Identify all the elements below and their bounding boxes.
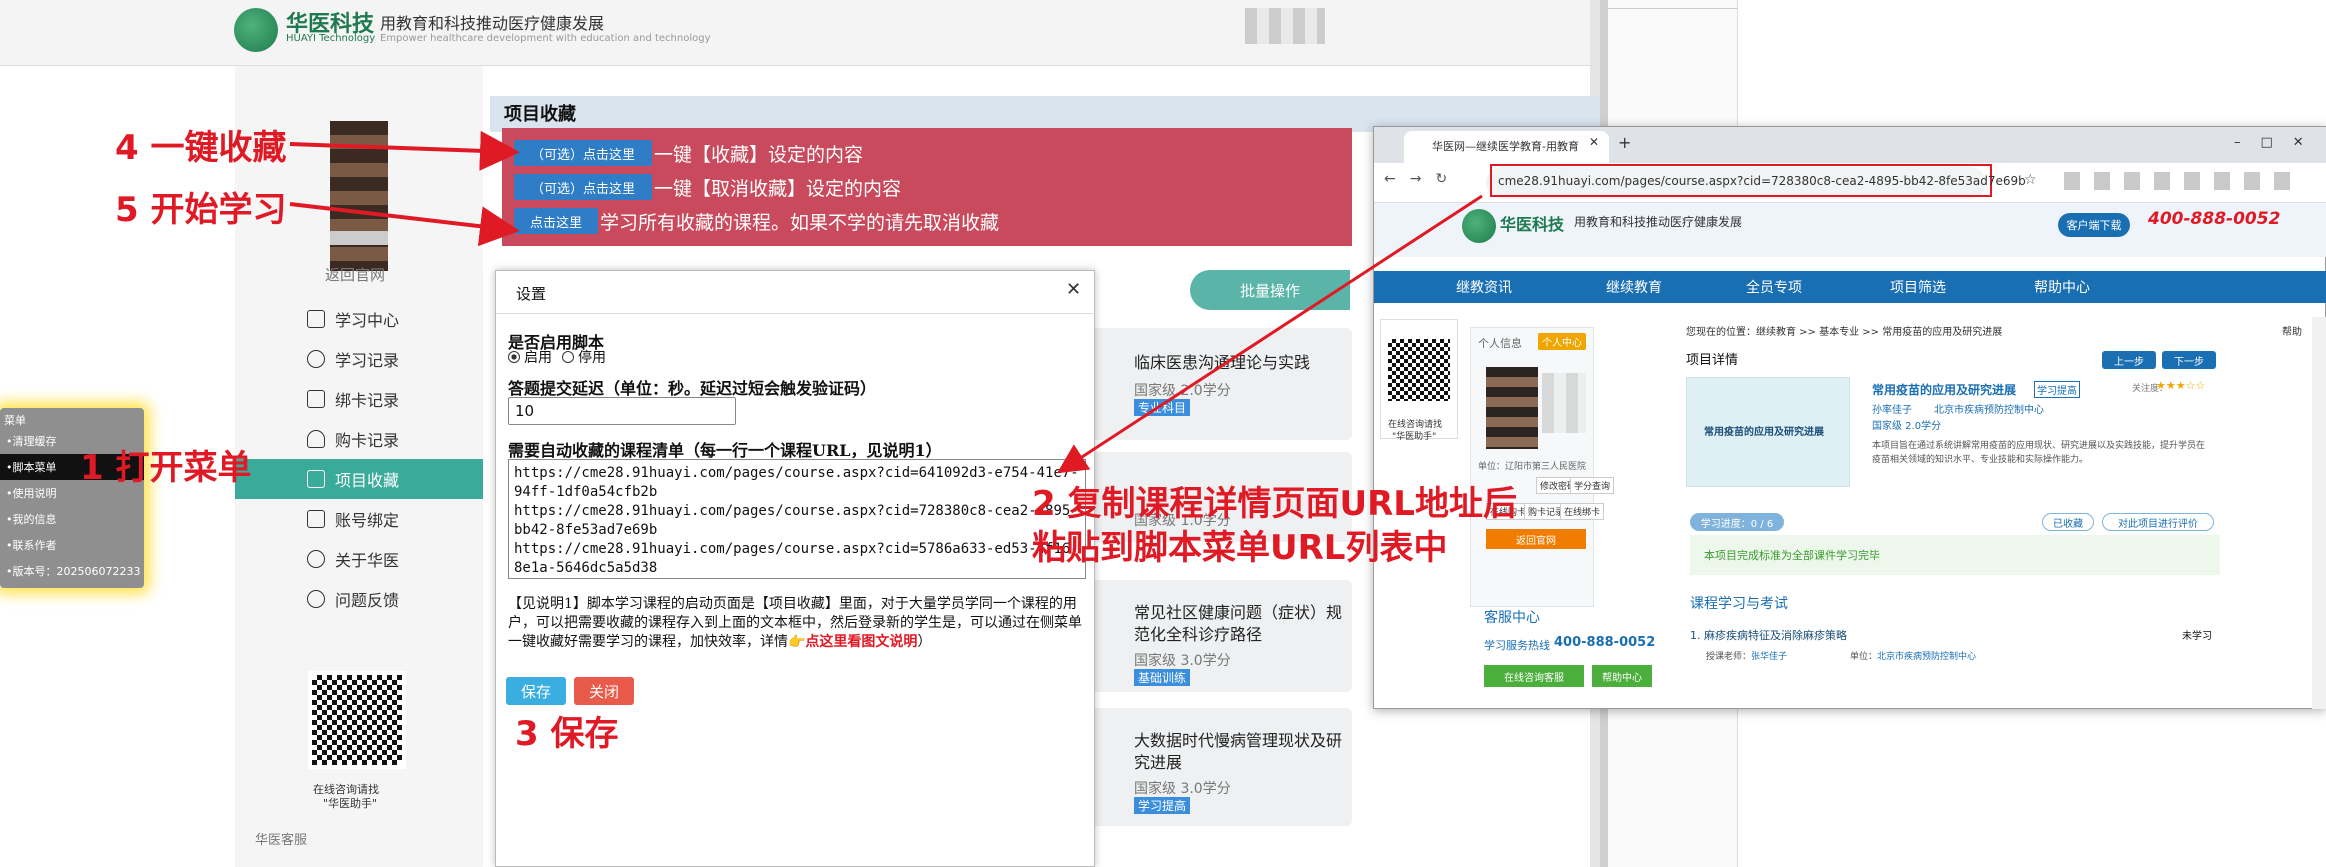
- annotation-step-3: 3 保存: [515, 714, 619, 754]
- arrow-url-to-textarea: [1056, 194, 1483, 474]
- arrow-to-favorite-button: [289, 130, 520, 171]
- arrow-to-start-button: [289, 202, 520, 247]
- annotation-step-1: 1 打开菜单: [80, 448, 252, 488]
- annotation-arrows: [289, 130, 1483, 474]
- annotation-step-2-line2: 粘贴到脚本菜单URL列表中: [1032, 528, 1448, 568]
- annotation-step-5: 5 开始学习: [115, 190, 287, 230]
- annotation-step-4: 4 一键收藏: [115, 128, 287, 168]
- annotation-step-2-line1: 2 复制课程详情页面URL地址后: [1032, 484, 1517, 524]
